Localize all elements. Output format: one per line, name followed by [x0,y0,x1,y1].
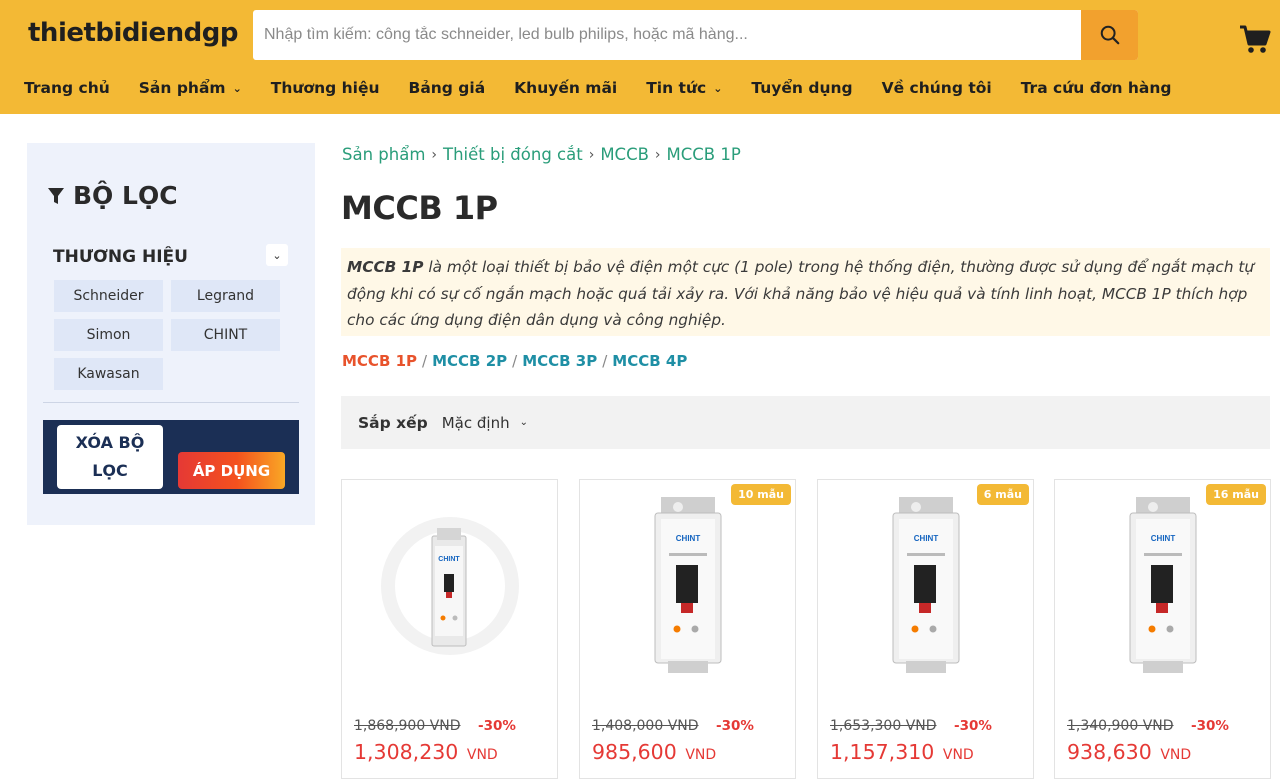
chevron-right-icon: › [654,146,661,163]
svg-text:CHINT: CHINT [913,534,938,543]
old-price: 1,408,000 VND [592,718,699,734]
product-image: CHINT [1055,488,1270,683]
svg-text:CHINT: CHINT [1150,534,1175,543]
chevron-right-icon: › [431,146,438,163]
site-logo[interactable]: thietbidiendgp [28,18,238,48]
brand-chip-legrand[interactable]: Legrand [171,280,280,312]
nav-item-brands[interactable]: Thương hiệu [271,75,380,101]
search-input[interactable] [253,10,1080,60]
product-image: CHINT [342,488,557,683]
sort-bar: Sắp xếp Mặc định ⌄ [341,396,1270,449]
breadcrumb-products[interactable]: Sản phẩm [342,145,425,164]
brand-chip-schneider[interactable]: Schneider [54,280,163,312]
nav-item-news[interactable]: Tin tức ⌄ [646,75,722,101]
cart-icon[interactable] [1238,22,1272,56]
variant-link-2p[interactable]: MCCB 2P [432,352,507,370]
page-title: MCCB 1P [341,189,498,227]
filter-action-bar: XÓA BỘ LỌC ÁP DỤNG [43,420,299,494]
nav-item-about[interactable]: Về chúng tôi [882,75,992,101]
breadcrumb-switchgear[interactable]: Thiết bị đóng cắt [443,145,583,164]
nav-item-price-list[interactable]: Bảng giá [409,75,486,101]
old-price: 1,653,300 VND [830,718,937,734]
product-card[interactable]: 16 mẫu CHINT 1,340,900 VND -30% 938,630 … [1054,479,1271,779]
category-description: MCCB 1P là một loại thiết bị bảo vệ điện… [341,248,1270,336]
brand-chip-simon[interactable]: Simon [54,319,163,351]
product-card[interactable]: 10 mẫu CHINT 1,408,000 VND -30% 985,600 … [579,479,796,779]
sale-price: 985,600 VND [592,740,717,764]
sale-price: 938,630 VND [1067,740,1192,764]
product-image: CHINT [818,488,1033,683]
nav-item-careers[interactable]: Tuyển dụng [751,75,852,101]
discount-label: -30% [954,718,992,734]
svg-text:CHINT: CHINT [438,556,460,563]
breadcrumb-mccb[interactable]: MCCB [600,145,649,164]
search-button[interactable] [1081,10,1138,60]
sort-select[interactable]: Mặc định ⌄ [442,414,528,432]
variant-links: MCCB 1P / MCCB 2P / MCCB 3P / MCCB 4P [342,352,688,370]
divider [43,402,299,403]
variant-link-3p[interactable]: MCCB 3P [522,352,597,370]
old-price: 1,868,900 VND [354,718,461,734]
discount-label: -30% [478,718,516,734]
old-price: 1,340,900 VND [1067,718,1174,734]
filter-title: BỘ LỌC [47,181,178,210]
clear-filter-button[interactable]: XÓA BỘ LỌC [57,425,163,489]
sale-price: 1,308,230 VND [354,740,498,764]
brand-chip-kawasan[interactable]: Kawasan [54,358,163,390]
variant-link-1p[interactable]: MCCB 1P [342,352,417,370]
discount-label: -30% [716,718,754,734]
chevron-right-icon: › [588,146,595,163]
search-icon [1100,25,1119,45]
sale-price: 1,157,310 VND [830,740,974,764]
variant-link-4p[interactable]: MCCB 4P [612,352,687,370]
search-bar [253,10,1138,60]
chevron-down-icon: ⌄ [232,81,242,95]
chevron-down-icon: ⌄ [519,417,528,428]
product-card[interactable]: 6 mẫu CHINT 1,653,300 VND -30% 1,157,310… [817,479,1034,779]
product-image: CHINT [580,488,795,683]
discount-label: -30% [1191,718,1229,734]
apply-filter-button[interactable]: ÁP DỤNG [178,452,285,489]
breadcrumb: Sản phẩm › Thiết bị đóng cắt › MCCB › MC… [342,145,741,164]
nav-item-promotions[interactable]: Khuyến mãi [514,75,617,101]
product-card[interactable]: CHINT 1,868,900 VND -30% 1,308,230 VND [341,479,558,779]
site-header: thietbidiendgp Trang chủ Sản phẩm⌄ Thươn… [0,0,1280,114]
chevron-down-icon: ⌄ [272,249,282,262]
nav-item-order-lookup[interactable]: Tra cứu đơn hàng [1021,75,1172,101]
breadcrumb-mccb-1p[interactable]: MCCB 1P [667,145,741,164]
filter-icon [48,187,64,204]
nav-item-products[interactable]: Sản phẩm ⌄ [139,75,242,101]
sort-label: Sắp xếp [358,413,428,432]
chevron-down-icon: ⌄ [713,81,723,95]
svg-text:CHINT: CHINT [675,534,700,543]
brand-chip-chint[interactable]: CHINT [171,319,280,351]
main-nav: Trang chủ Sản phẩm ⌄ Thương hiệu Bảng giá… [24,75,1201,101]
brand-filter-heading: THƯƠNG HIỆU [53,247,188,267]
brand-filter-toggle[interactable]: ⌄ [266,244,288,266]
filter-sidebar: BỘ LỌC THƯƠNG HIỆU ⌄ Schneider Legrand S… [27,143,315,525]
nav-item-home[interactable]: Trang chủ [24,75,110,101]
